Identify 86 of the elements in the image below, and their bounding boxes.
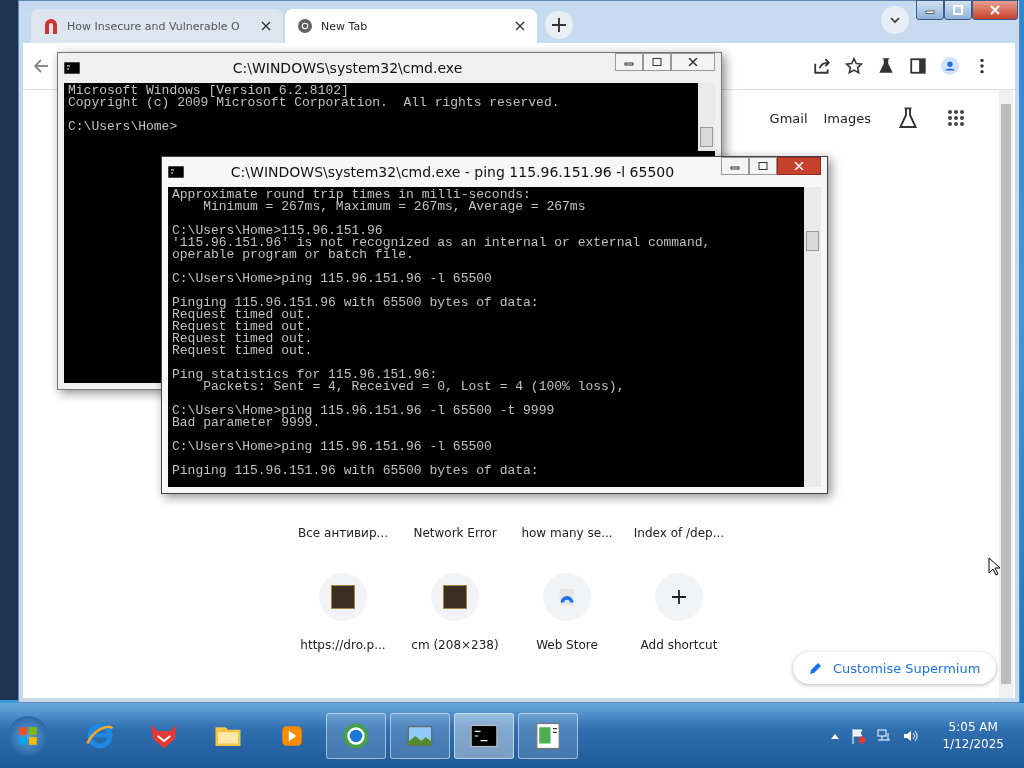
scrollbar[interactable] — [999, 90, 1013, 698]
document-icon — [533, 720, 563, 751]
header-link[interactable]: Images — [823, 110, 871, 126]
maximize-button[interactable] — [643, 53, 671, 71]
console-line: operable program or batch file. — [172, 249, 414, 261]
shortcut-label[interactable]: https://dro.p... — [300, 637, 386, 653]
console-icon — [168, 166, 184, 178]
scrollbar[interactable] — [804, 187, 821, 487]
close-icon[interactable] — [515, 21, 525, 31]
console-line: Packets: Sent = 4, Received = 0, Lost = 4 (100% loss), — [203, 381, 625, 393]
windows-logo-icon — [17, 724, 39, 747]
console-line: Ping statistics for 115.96.151.96: — [172, 369, 438, 381]
browser-tab[interactable]: How Insecure and Vulnerable O — [31, 9, 283, 43]
plus-icon — [552, 18, 566, 32]
maximize-icon — [652, 58, 662, 66]
taskbar-button[interactable] — [454, 712, 514, 759]
console-line: Pinging 115.96.151.96 with 65500 bytes of data: — [172, 297, 539, 309]
flask-icon[interactable] — [877, 57, 895, 75]
scrollbar[interactable] — [698, 83, 715, 151]
star-icon[interactable] — [845, 57, 863, 75]
close-button[interactable] — [972, 0, 1018, 20]
console-line: C:\Users\Home> — [68, 121, 178, 133]
shortcut-label[interactable]: how many se... — [521, 525, 613, 541]
console-line: Request timed out. — [172, 333, 313, 345]
mouse-pointer-icon — [988, 557, 1000, 576]
horseshoe-logo-icon — [43, 18, 59, 34]
maximize-button[interactable] — [944, 0, 972, 20]
console-line: Pinging 115.96.151.96 with 65500 bytes of data: — [172, 465, 539, 477]
chevron-down-icon — [889, 14, 901, 26]
close-button[interactable] — [777, 157, 821, 175]
console-line: C:\Users\Home>ping 115.96.151.96 -l 65500 -t 9999 — [172, 405, 555, 417]
shortcut-label[interactable]: cm (208×238) — [411, 637, 499, 653]
minimize-button[interactable] — [916, 0, 944, 20]
web-store-button[interactable] — [543, 573, 591, 621]
header-link[interactable]: Gmail — [769, 110, 808, 126]
console-line: Request timed out. — [172, 309, 313, 321]
tab-title: New Tab — [321, 19, 369, 33]
shortcut-label[interactable]: Все антивир... — [298, 525, 388, 541]
maximize-button[interactable] — [749, 157, 777, 175]
console-line: '115.96.151.96' is not recognized as an internal or external command, — [172, 237, 711, 249]
maximize-icon — [952, 5, 964, 15]
console-line: Approximate round trip times in milli-seconds: — [172, 189, 531, 201]
console-line: Microsoft Windows [Version 6.2.8102] — [68, 85, 349, 97]
close-button[interactable] — [671, 53, 715, 71]
console-line: C:\Users\Home>ping 115.96.151.96 -l 65500 — [172, 441, 492, 453]
customise-button[interactable]: Customise Supermium — [793, 652, 997, 684]
console-line: Minimum = 267ms, Maximum = 267ms, Average = 267ms — [203, 201, 586, 213]
share-icon[interactable] — [813, 57, 831, 75]
network-icon[interactable] — [876, 727, 893, 744]
side-panel-icon[interactable] — [909, 57, 927, 75]
maximize-icon — [758, 162, 768, 170]
browser-tab[interactable]: New Tab — [285, 9, 537, 43]
window-title: C:\WINDOWS\system32\cmd.exe — [231, 60, 464, 76]
add-shortcut-button[interactable] — [655, 573, 703, 621]
clock-time[interactable]: 5:05 AM — [948, 718, 998, 736]
pencil-icon — [809, 661, 823, 675]
console-line: Request timed out. — [172, 345, 313, 357]
chromium-logo-icon — [297, 18, 313, 34]
console-line: Copyright (c) 2009 Microsoft Corporation. All rights reserved. — [68, 97, 560, 109]
start-button[interactable] — [8, 715, 48, 756]
window-title: C:\WINDOWS\system32\cmd.exe - ping 115.96.151.96 -l 65500 — [229, 164, 676, 180]
console-line: Request timed out. — [172, 321, 313, 333]
flask-icon[interactable] — [897, 107, 919, 129]
plus-icon — [671, 589, 687, 605]
close-icon[interactable] — [261, 21, 271, 31]
site-thumbnail-icon[interactable] — [319, 573, 367, 621]
clock-date[interactable]: 1/12/2025 — [942, 735, 1004, 753]
new-tab-button[interactable] — [545, 11, 573, 39]
close-icon — [688, 58, 698, 66]
profile-avatar-icon[interactable] — [941, 57, 959, 75]
tab-title: How Insecure and Vulnerable O — [67, 19, 241, 33]
console-line: Bad parameter 9999. — [172, 417, 321, 429]
apps-grid-icon[interactable] — [947, 109, 965, 127]
close-icon — [794, 162, 804, 170]
console-icon — [64, 62, 80, 74]
site-thumbnail-icon[interactable] — [431, 573, 479, 621]
console-line: C:\Users\Home>115.96.151.96 — [172, 225, 383, 237]
flag-icon[interactable] — [850, 727, 867, 744]
shortcut-label[interactable]: Web Store — [536, 637, 598, 653]
console-line: C:\Users\Home>ping 115.96.151.96 -l 65500 — [172, 273, 492, 285]
shortcut-label[interactable]: Network Error — [413, 525, 497, 541]
shortcut-label[interactable]: Index of /dep... — [633, 525, 725, 541]
shortcut-label[interactable]: Add shortcut — [640, 637, 718, 653]
back-arrow-icon[interactable] — [33, 58, 49, 74]
close-icon — [989, 5, 1001, 15]
tab-search-button[interactable] — [881, 6, 909, 34]
